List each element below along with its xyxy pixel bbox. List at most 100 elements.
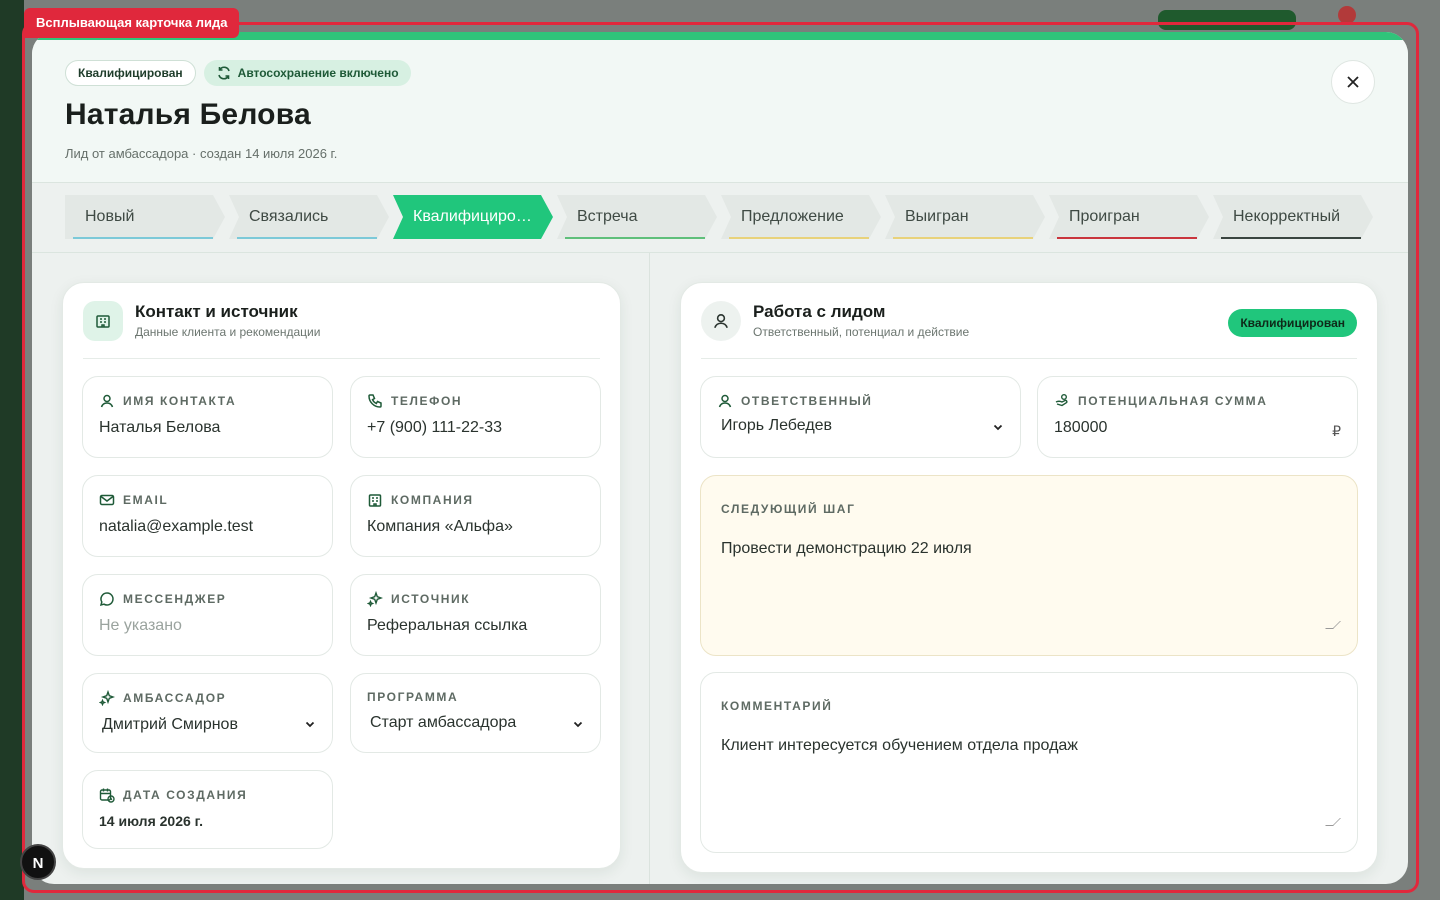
currency-symbol: ₽: [1332, 423, 1341, 439]
resize-handle[interactable]: [1325, 818, 1341, 826]
lead-modal: Квалифицирован Автосохранение включено Н…: [32, 32, 1408, 884]
modal-body: Контакт и источник Данные клиента и реко…: [32, 253, 1408, 884]
status-badge: Квалифицирован: [1228, 309, 1357, 337]
next-step-label: Следующий шаг: [721, 502, 856, 516]
email-label: Email: [123, 493, 169, 507]
work-card-title: Работа с лидом: [753, 302, 886, 321]
phone-label: Телефон: [391, 394, 463, 408]
work-card-subtitle: Ответственный, потенциал и действие: [753, 325, 970, 339]
stage-6[interactable]: Выигран: [885, 195, 1049, 239]
program-select[interactable]: Программа Старт амбассадора: [350, 673, 601, 753]
close-icon: [1347, 76, 1359, 88]
owner-select[interactable]: Ответственный Игорь Лебедев: [700, 376, 1021, 458]
name-label: Имя контакта: [123, 394, 237, 408]
company-field[interactable]: Компания Компания «Альфа»: [350, 475, 601, 557]
ambassador-value: Дмитрий Смирнов: [102, 716, 238, 733]
comment-label: Комментарий: [721, 699, 833, 713]
stage-label: Связались: [249, 208, 329, 225]
messenger-value: Не указано: [99, 617, 182, 634]
stage-1[interactable]: Новый: [65, 195, 229, 239]
stage-underline: [237, 237, 377, 239]
stage-4[interactable]: Встреча: [557, 195, 721, 239]
company-value: Компания «Альфа»: [367, 518, 513, 535]
stage-label: Проигран: [1069, 208, 1140, 225]
page-title: Наталья Белова: [65, 98, 311, 131]
email-field[interactable]: Email natalia@example.test: [82, 475, 333, 557]
name-field[interactable]: Имя контакта Наталья Белова: [82, 376, 333, 458]
comment-textarea[interactable]: Комментарий Клиент интересуется обучение…: [700, 672, 1358, 853]
status-chip: Квалифицирован: [65, 60, 196, 86]
stage-8[interactable]: Некорректный: [1213, 195, 1377, 239]
autosave-label: Автосохранение включено: [237, 66, 399, 80]
building-icon: [83, 300, 123, 341]
next-step-value: Провести демонстрацию 22 июля: [721, 540, 972, 557]
phone-field[interactable]: Телефон +7 (900) 111-22-33: [350, 376, 601, 458]
created-value: 14 июля 2026 г.: [99, 813, 203, 829]
chevron-down-icon: [573, 721, 583, 728]
owner-value: Игорь Лебедев: [721, 417, 833, 434]
source-field[interactable]: Источник Реферальная ссылка: [350, 574, 601, 656]
messenger-field[interactable]: Мессенджер Не указано: [82, 574, 333, 656]
chat-icon: [99, 592, 114, 607]
email-value: natalia@example.test: [99, 518, 254, 535]
page-subtitle: Лид от амбассадора · создан 14 июля 2026…: [65, 146, 338, 161]
created-label: Дата создания: [123, 788, 248, 802]
sparkle-icon: [367, 591, 383, 607]
stage-underline: [1221, 237, 1361, 239]
chevron-down-icon: [305, 721, 315, 728]
stage-label: Квалифицирован: [413, 208, 533, 225]
stage-label: Встреча: [577, 208, 638, 225]
sparkle-icon: [99, 690, 115, 706]
money-icon: [1055, 394, 1068, 407]
contact-card-subtitle: Данные клиента и рекомендации: [135, 325, 321, 339]
building-icon: [368, 494, 382, 507]
source-value: Реферальная ссылка: [367, 617, 528, 634]
stage-underline: [729, 237, 869, 239]
calendar-clock-icon: [99, 788, 115, 803]
stage-underline: [565, 237, 705, 239]
phone-value: +7 (900) 111-22-33: [367, 419, 503, 436]
resize-handle[interactable]: [1325, 621, 1341, 629]
stage-2[interactable]: Связались: [229, 195, 393, 239]
autosave-chip: Автосохранение включено: [203, 60, 411, 86]
program-value: Старт амбассадора: [370, 714, 517, 731]
dev-tools-badge[interactable]: N: [20, 844, 56, 880]
user-icon: [100, 394, 114, 408]
program-label: Программа: [367, 690, 459, 704]
column-divider: [649, 253, 650, 884]
stage-label: Выигран: [905, 208, 969, 225]
user-icon: [701, 300, 741, 341]
chevron-down-icon: [993, 424, 1003, 431]
modal-header: Квалифицирован Автосохранение включено Н…: [32, 40, 1408, 183]
amount-input[interactable]: Потенциальная сумма 180000 ₽: [1037, 376, 1358, 458]
stage-underline: [73, 237, 213, 239]
next-step-textarea[interactable]: Следующий шаг Провести демонстрацию 22 и…: [700, 475, 1358, 656]
phone-icon: [368, 394, 382, 408]
mail-icon: [99, 494, 115, 506]
backdrop-left: [0, 0, 24, 900]
backdrop-button: [1158, 10, 1296, 30]
contact-card-title: Контакт и источник: [135, 302, 298, 321]
user-icon: [718, 394, 732, 408]
stage-underline: [1057, 237, 1197, 239]
refresh-icon: [217, 66, 230, 80]
source-label: Источник: [391, 592, 471, 606]
backdrop-dot: [1338, 6, 1356, 24]
stage-5[interactable]: Предложение: [721, 195, 885, 239]
owner-label: Ответственный: [741, 394, 873, 408]
messenger-label: Мессенджер: [123, 592, 227, 606]
pipeline-stages: Новый Связались Квалифицирован Встреча Предл…: [32, 183, 1408, 253]
stage-label: Предложение: [741, 208, 844, 225]
close-button[interactable]: [1331, 60, 1375, 104]
amount-value: 180000: [1054, 419, 1108, 436]
stage-underline: [893, 237, 1033, 239]
comment-value: Клиент интересуется обучением отдела про…: [721, 737, 1078, 754]
created-date-field: Дата создания 14 июля 2026 г.: [82, 770, 333, 849]
ambassador-label: Амбассадор: [123, 691, 227, 705]
company-label: Компания: [391, 493, 474, 507]
stage-label: Некорректный: [1233, 208, 1341, 225]
stage-7[interactable]: Проигран: [1049, 195, 1213, 239]
stage-3[interactable]: Квалифицирован: [393, 195, 557, 239]
ambassador-select[interactable]: Амбассадор Дмитрий Смирнов: [82, 673, 333, 753]
overlay-tag: Всплывающая карточка лида: [24, 8, 240, 38]
